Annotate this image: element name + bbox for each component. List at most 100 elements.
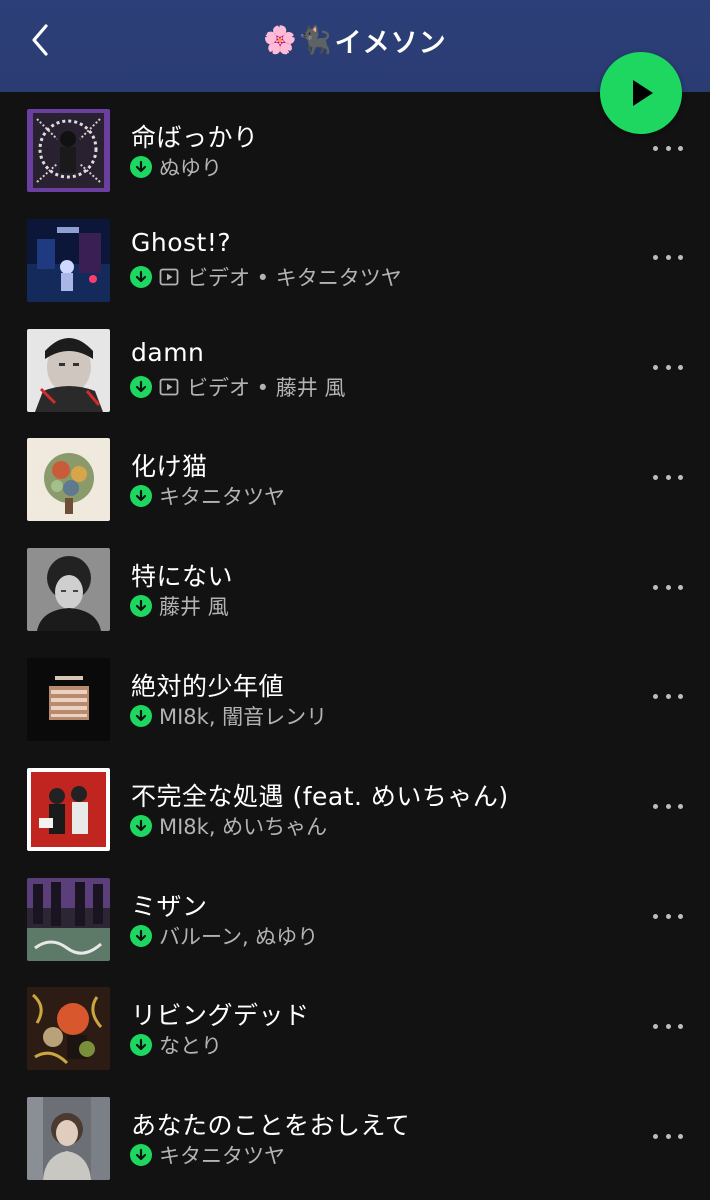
more-icon-dot [678, 584, 683, 590]
video-icon [159, 267, 179, 287]
downloaded-icon [130, 485, 152, 508]
track-row[interactable]: damn ビデオ • 藤井 風 [0, 312, 710, 422]
album-art [27, 109, 110, 192]
track-title: Ghost!? [131, 227, 232, 257]
downloaded-icon [130, 1034, 152, 1057]
track-row[interactable]: あなたのことをおしえてキタニタツヤ [0, 1080, 710, 1190]
track-row[interactable]: 特にない藤井 風 [0, 531, 710, 641]
track-artists: なとり [159, 1034, 222, 1059]
downloaded-icon [130, 375, 152, 398]
track-artists: ビデオ • キタニタツヤ [187, 265, 402, 290]
more-icon-dot [665, 474, 671, 480]
downloaded-icon [130, 924, 152, 947]
more-icon-dot [653, 365, 658, 371]
track-meta: キタニタツヤ [130, 1142, 285, 1168]
track-title: リビングデッド [131, 1001, 310, 1031]
track-title: 不完全な処遇 (feat. めいちゃん) [131, 781, 509, 811]
album-art [27, 877, 110, 961]
title-emoji: 🌸🐈‍⬛ [263, 25, 333, 56]
more-options-button[interactable] [648, 797, 688, 817]
track-artists: MI8k, 闇音レンリ [159, 704, 328, 729]
track-meta: バルーン, ぬゆり [130, 923, 318, 949]
track-artists: MI8k, めいちゃん [159, 814, 328, 839]
more-icon-dot [678, 365, 683, 371]
more-icon-dot [678, 914, 683, 920]
album-art-image [27, 109, 110, 192]
album-art [27, 1097, 110, 1181]
more-options-button[interactable] [648, 248, 688, 268]
title-text: イメソン [334, 27, 447, 59]
more-options-button[interactable] [648, 1016, 688, 1036]
track-list: 命ばっかり ぬゆり Ghost!? ビデオ • キタニタツヤ damn ビデオ • 藤井 … [0, 92, 710, 1190]
track-row[interactable]: 不完全な処遇 (feat. めいちゃん) MI8k, めいちゃん [0, 751, 710, 861]
album-art-image [27, 877, 110, 961]
more-options-button[interactable] [648, 467, 688, 487]
more-options-button[interactable] [648, 907, 688, 927]
track-title: 特にない [131, 562, 234, 592]
album-art-image [27, 657, 110, 741]
album-art [27, 218, 110, 302]
album-art-image [27, 548, 110, 632]
downloaded-icon [130, 704, 152, 727]
track-artists: ビデオ • 藤井 風 [187, 375, 346, 400]
downloaded-icon [130, 595, 152, 618]
album-art [27, 438, 110, 522]
track-artists: キタニタツヤ [159, 1144, 285, 1169]
track-row[interactable]: 化け猫キタニタツヤ [0, 421, 710, 531]
track-meta: なとり [130, 1032, 222, 1058]
more-icon-dot [665, 145, 671, 151]
more-icon-dot [665, 584, 671, 590]
downloaded-icon [130, 1144, 152, 1167]
more-options-button[interactable] [648, 1126, 688, 1146]
track-row[interactable]: Ghost!? ビデオ • キタニタツヤ [0, 202, 710, 312]
track-row[interactable]: 絶対的少年値 MI8k, 闇音レンリ [0, 641, 710, 751]
track-row[interactable]: ミザン バルーン, ぬゆり [0, 861, 710, 971]
more-icon-dot [665, 694, 671, 700]
track-meta: 藤井 風 [130, 593, 229, 619]
more-icon-dot [665, 1023, 671, 1029]
album-art-image [27, 767, 110, 851]
album-art [27, 767, 110, 851]
more-icon-dot [678, 1023, 683, 1029]
more-options-button[interactable] [648, 138, 688, 158]
more-icon-dot [653, 1023, 658, 1029]
track-title: あなたのことをおしえて [131, 1111, 411, 1141]
track-meta: ビデオ • 藤井 風 [130, 374, 345, 400]
track-meta: ぬゆり [130, 154, 222, 180]
more-options-button[interactable] [648, 687, 688, 707]
more-icon-dot [678, 1133, 683, 1139]
more-icon-dot [665, 255, 671, 261]
track-artists: 藤井 風 [159, 595, 229, 620]
album-art [27, 548, 110, 632]
more-options-button[interactable] [648, 577, 688, 597]
album-art-image [27, 1097, 110, 1181]
track-meta: ビデオ • キタニタツヤ [130, 264, 402, 290]
more-icon-dot [665, 804, 671, 810]
track-title: damn [131, 337, 205, 367]
play-button[interactable] [600, 52, 682, 134]
more-icon-dot [665, 914, 671, 920]
more-icon-dot [653, 584, 658, 590]
more-icon-dot [653, 145, 658, 151]
track-title: 化け猫 [131, 452, 208, 482]
album-art-image [27, 438, 110, 522]
video-icon [159, 377, 179, 397]
more-icon-dot [678, 474, 683, 480]
track-artists: キタニタツヤ [159, 485, 285, 510]
more-icon-dot [653, 804, 658, 810]
track-row[interactable]: リビングデッドなとり [0, 970, 710, 1080]
track-meta: キタニタツヤ [130, 483, 285, 509]
more-icon-dot [678, 694, 683, 700]
track-meta: MI8k, めいちゃん [130, 813, 327, 839]
page-title: 🌸🐈‍⬛ イメソン [0, 0, 710, 80]
more-icon-dot [653, 1133, 658, 1139]
album-art-image [27, 328, 110, 412]
more-options-button[interactable] [648, 358, 688, 378]
track-title: 命ばっかり [131, 123, 259, 152]
more-icon-dot [665, 1133, 671, 1139]
more-icon-dot [678, 804, 683, 810]
album-art-image [27, 218, 110, 302]
downloaded-icon [130, 156, 152, 178]
more-icon-dot [653, 914, 658, 920]
play-icon [633, 80, 653, 106]
